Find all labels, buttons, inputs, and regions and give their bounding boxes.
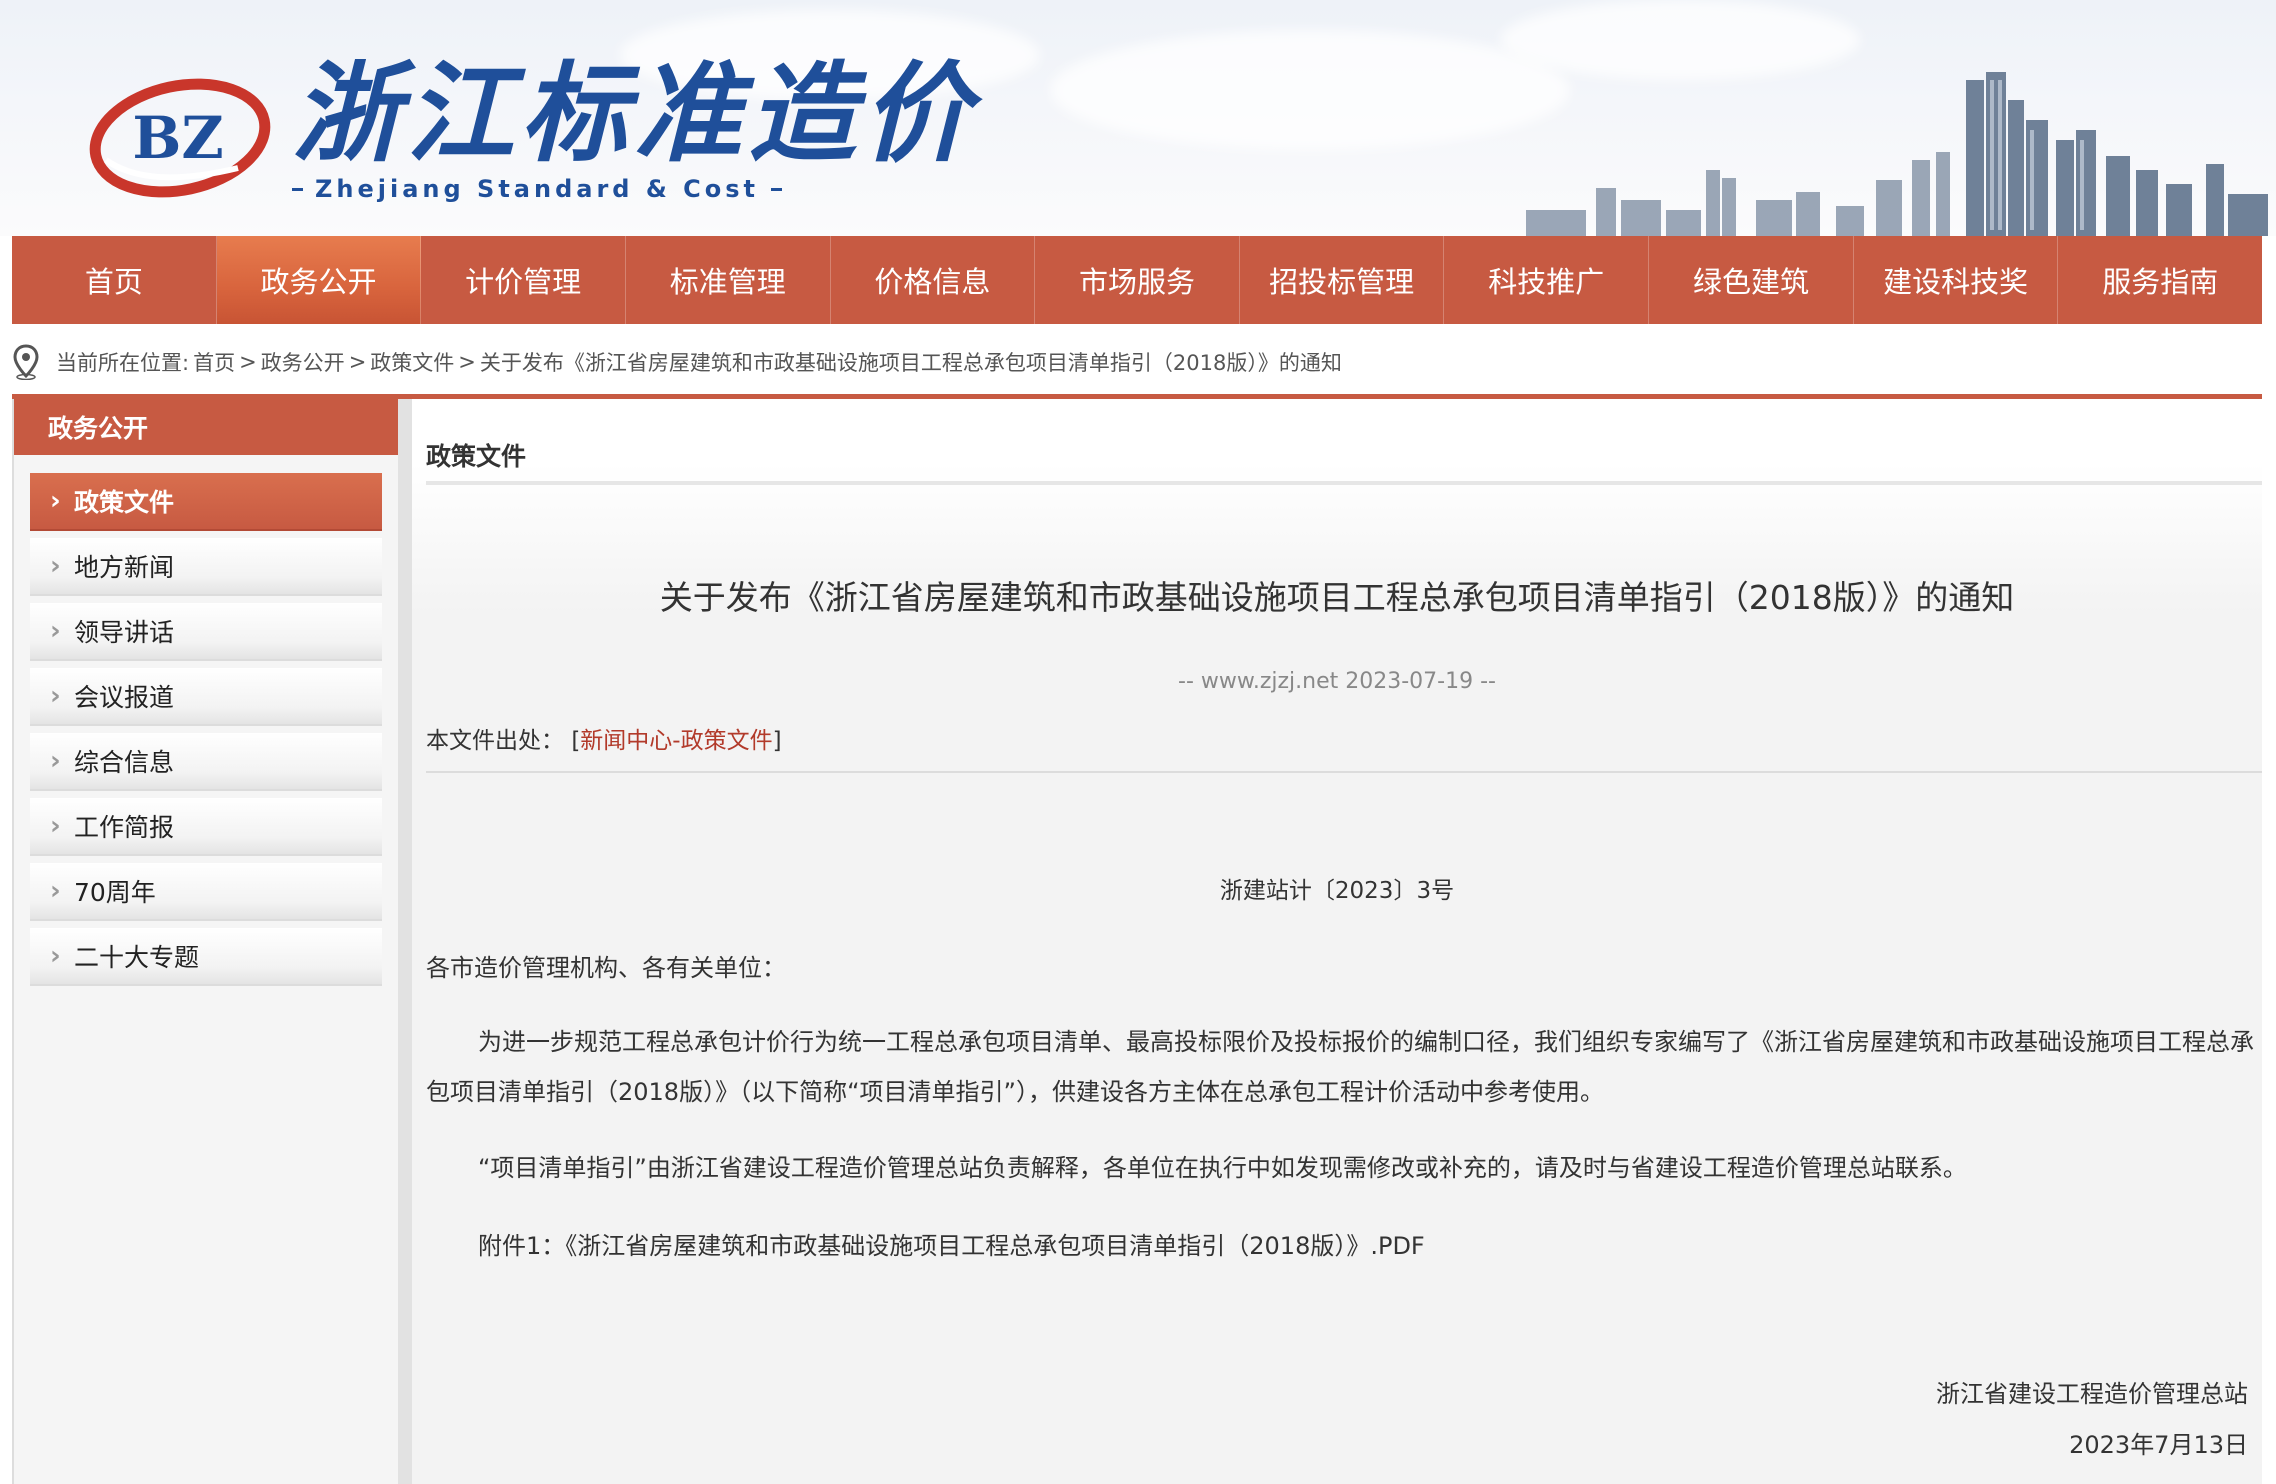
category-title: 政策文件 <box>426 442 527 471</box>
sidebar-menu: › 政策文件 › 地方新闻 › 领导讲话 › 会议报道 › 综合信息 › 工作简… <box>14 455 398 986</box>
location-pin-icon <box>13 344 39 380</box>
source-link[interactable]: 新闻中心-政策文件 <box>580 728 772 754</box>
nav-item-government-affairs[interactable]: 政务公开 <box>216 236 422 324</box>
nav-item-bidding-management[interactable]: 招投标管理 <box>1240 236 1445 324</box>
body-paragraph: “项目清单指引”由浙江省建设工程造价管理总站负责解释，各单位在执行中如发现需修改… <box>478 1154 1967 1182</box>
document-number: 浙建站计〔2023〕3号 <box>1219 878 1455 904</box>
sidebar-item-label: 会议报道 <box>74 683 175 712</box>
site-header: BZ 浙江标准造价 Zhejiang Standard & Cost <box>0 0 2276 236</box>
header-cloud <box>1050 30 1570 150</box>
body-paragraph: 为进一步规范工程总承包计价行为统一工程总承包项目清单、最高投标限价及投标报价的编… <box>426 1028 2254 1106</box>
nav-item-green-building[interactable]: 绿色建筑 <box>1649 236 1854 324</box>
article-source: 本文件出处： [新闻中心-政策文件] <box>426 721 782 755</box>
sidebar-item-local-news[interactable]: › 地方新闻 <box>30 538 382 596</box>
source-bracket-close: ] <box>772 728 782 754</box>
sidebar-item-label: 70周年 <box>74 878 156 907</box>
sidebar-item-leader-speeches[interactable]: › 领导讲话 <box>30 603 382 661</box>
article-title: 关于发布《浙江省房屋建筑和市政基础设施项目工程总承包项目清单指引（2018版）》… <box>659 578 2015 617</box>
article-meta: -- www.zjzj.net 2023-07-19 -- <box>1178 669 1496 694</box>
chevron-right-icon: › <box>50 551 61 581</box>
sidebar-item-70th-anniversary[interactable]: › 70周年 <box>30 863 382 921</box>
nav-item-construction-tech-award[interactable]: 建设科技奖 <box>1854 236 2059 324</box>
breadcrumb-separator: > <box>348 350 367 374</box>
breadcrumb-prefix: 当前所在位置: <box>56 351 190 375</box>
logo-rule-left <box>292 187 304 191</box>
breadcrumb-government-affairs-link[interactable]: 政务公开 <box>261 347 345 377</box>
sidebar-item-label: 二十大专题 <box>74 943 200 972</box>
sidebar-item-label: 工作简报 <box>74 813 175 842</box>
nav-item-service-guide[interactable]: 服务指南 <box>2058 236 2262 324</box>
bz-logo-icon[interactable]: BZ <box>88 72 274 198</box>
sidebar-item-work-briefs[interactable]: › 工作简报 <box>30 798 382 856</box>
attachment-link[interactable]: 附件1：《浙江省房屋建筑和市政基础设施项目工程总承包项目清单指引（2018版）》… <box>426 1221 2262 1271</box>
breadcrumb-policy-docs-link[interactable]: 政策文件 <box>370 347 454 377</box>
sidebar-item-label: 政策文件 <box>74 488 175 517</box>
sidebar-item-20th-congress[interactable]: › 二十大专题 <box>30 928 382 986</box>
category-divider <box>426 481 2262 485</box>
salutation: 各市造价管理机构、各有关单位： <box>426 954 786 982</box>
breadcrumb-separator: > <box>458 350 476 374</box>
sidebar-item-meeting-reports[interactable]: › 会议报道 <box>30 668 382 726</box>
sidebar: 政务公开 › 政策文件 › 地方新闻 › 领导讲话 › 会议报道 › 综合信息 … <box>12 399 412 1484</box>
source-label: 本文件出处： <box>426 728 564 754</box>
nav-item-home[interactable]: 首页 <box>12 236 217 324</box>
nav-item-market-services[interactable]: 市场服务 <box>1035 236 1240 324</box>
article-content: 政策文件 关于发布《浙江省房屋建筑和市政基础设施项目工程总承包项目清单指引（20… <box>412 399 2262 1484</box>
city-skyline-image <box>1526 72 2268 236</box>
chevron-right-icon: › <box>50 876 61 906</box>
site-logo-subtitle: Zhejiang Standard & Cost <box>292 175 782 203</box>
site-logo-title: 浙江标准造价 <box>292 51 977 177</box>
chevron-right-icon: › <box>50 941 61 971</box>
nav-item-price-information[interactable]: 价格信息 <box>831 236 1036 324</box>
chevron-right-icon: › <box>50 681 61 711</box>
chevron-right-icon: › <box>50 616 61 646</box>
chevron-right-icon: › <box>50 746 61 776</box>
breadcrumb-current: 关于发布《浙江省房屋建筑和市政基础设施项目工程总承包项目清单指引（2018版）》… <box>479 351 1342 375</box>
main-nav: 首页 政务公开 计价管理 标准管理 价格信息 市场服务 招投标管理 科技推广 绿… <box>12 236 2262 324</box>
sidebar-item-general-info[interactable]: › 综合信息 <box>30 733 382 791</box>
sidebar-item-label: 综合信息 <box>74 748 175 777</box>
nav-item-tech-promotion[interactable]: 科技推广 <box>1444 236 1650 324</box>
breadcrumb: 当前所在位置: 首页 > 政务公开 > 政策文件 > 关于发布《浙江省房屋建筑和… <box>12 340 1342 384</box>
breadcrumb-separator: > <box>239 350 257 374</box>
sidebar-title: 政务公开 <box>14 399 398 455</box>
issuer-signature: 浙江省建设工程造价管理总站 <box>1936 1380 2248 1408</box>
source-divider <box>426 771 2262 773</box>
nav-item-pricing-management[interactable]: 计价管理 <box>421 236 626 324</box>
logo-subtitle-text: Zhejiang Standard & Cost <box>315 175 759 203</box>
sidebar-item-label: 地方新闻 <box>74 553 175 582</box>
chevron-right-icon: › <box>50 811 61 841</box>
breadcrumb-home-link[interactable]: 首页 <box>193 347 235 377</box>
chevron-right-icon: › <box>50 486 61 516</box>
nav-item-standard-management[interactable]: 标准管理 <box>626 236 831 324</box>
logo-mark-text: BZ <box>132 104 223 172</box>
sidebar-item-policy-docs[interactable]: › 政策文件 <box>30 473 382 531</box>
issue-date: 2023年7月13日 <box>2069 1431 2248 1459</box>
logo-rule-right <box>770 187 782 191</box>
sidebar-item-label: 领导讲话 <box>74 618 175 647</box>
source-bracket-open: [ <box>571 728 581 754</box>
